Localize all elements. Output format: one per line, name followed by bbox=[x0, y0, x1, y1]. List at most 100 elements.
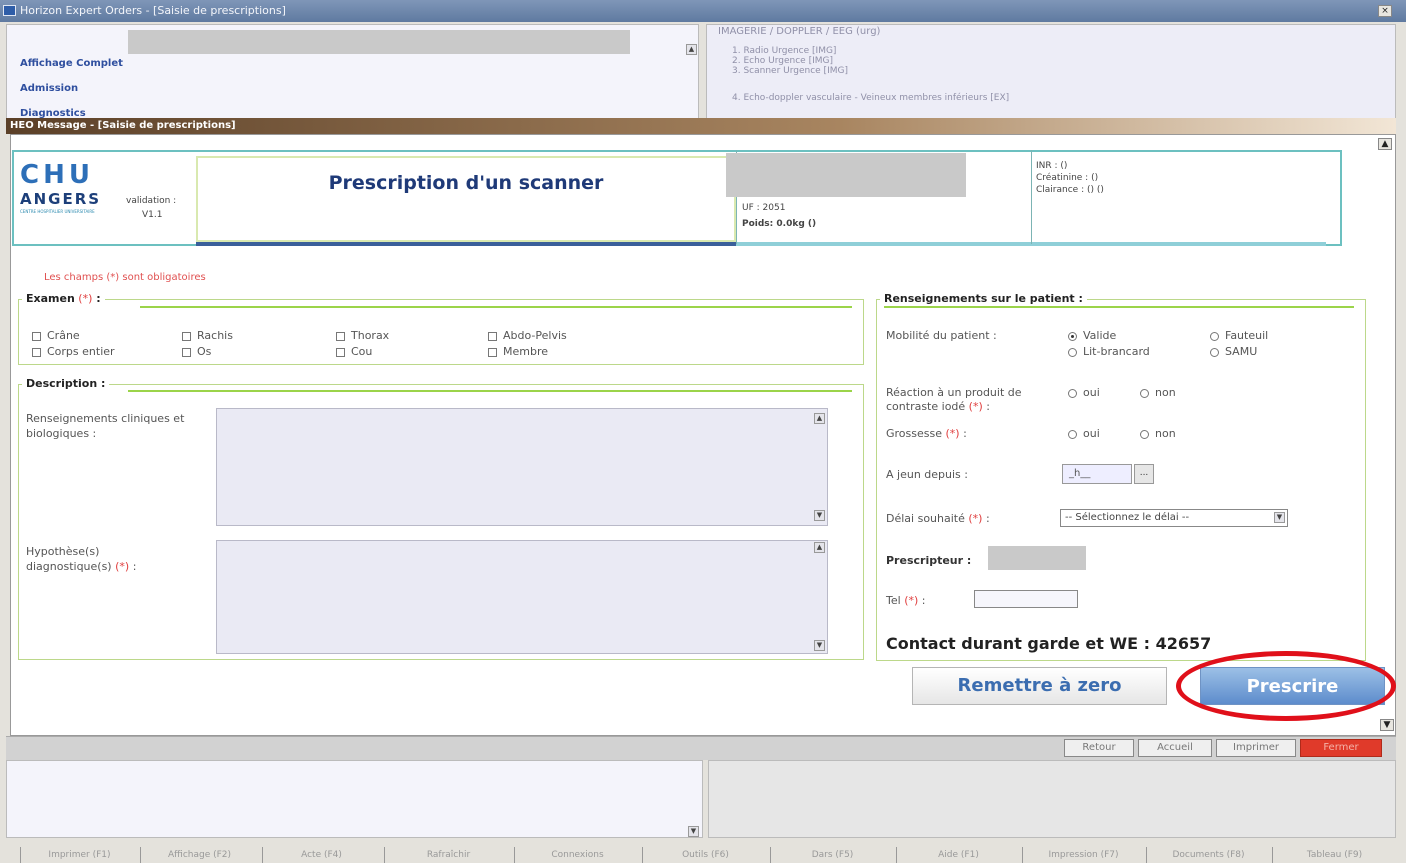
footer-tab[interactable]: Connexions bbox=[514, 847, 640, 863]
weight-value: Poids: 0.0kg () bbox=[742, 219, 817, 229]
checkbox-icon bbox=[182, 331, 191, 341]
footer-tab[interactable]: Impression (F7) bbox=[1022, 847, 1144, 863]
nav-link-affichage-complet[interactable]: Affichage Complet bbox=[20, 58, 123, 69]
checkbox-icon bbox=[32, 347, 41, 357]
clinical-info-textarea[interactable] bbox=[216, 408, 828, 526]
mobility-label: Mobilité du patient : bbox=[886, 329, 997, 342]
scroll-up-icon[interactable]: ▲ bbox=[686, 44, 697, 55]
window-close-button[interactable]: × bbox=[1378, 5, 1392, 17]
tel-label: Tel (*) : bbox=[886, 594, 926, 607]
lower-left-panel bbox=[6, 760, 703, 838]
reaction-option-oui[interactable]: oui bbox=[1068, 386, 1100, 399]
footer-tab[interactable]: Tableau (F9) bbox=[1272, 847, 1396, 863]
scroll-down-icon[interactable]: ▼ bbox=[814, 510, 825, 521]
title-box bbox=[196, 156, 736, 242]
exam-option-membre[interactable]: Membre bbox=[488, 345, 548, 358]
footer-tab[interactable]: Rafraîchir bbox=[384, 847, 512, 863]
reaction-label: Réaction à un produit de contraste iodé … bbox=[886, 386, 1022, 413]
order-item[interactable]: 1. Radio Urgence [IMG] bbox=[732, 46, 848, 56]
version-label: V1.1 bbox=[142, 210, 163, 220]
orders-header: IMAGERIE / DOPPLER / EEG (urg) bbox=[718, 26, 881, 37]
scroll-down-icon[interactable]: ▼ bbox=[688, 826, 699, 837]
radio-icon bbox=[1068, 331, 1077, 341]
exam-option-abdo-pelvis[interactable]: Abdo-Pelvis bbox=[488, 329, 567, 342]
creatinine-value: Créatinine : () bbox=[1036, 173, 1099, 183]
jeun-label: A jeun depuis : bbox=[886, 468, 968, 481]
scroll-down-icon[interactable]: ▼ bbox=[1380, 719, 1394, 731]
footer-tab[interactable]: Dars (F5) bbox=[770, 847, 894, 863]
section-divider bbox=[128, 390, 852, 392]
section-divider bbox=[140, 306, 852, 308]
mobility-option-fauteuil[interactable]: Fauteuil bbox=[1210, 329, 1268, 342]
chevron-down-icon[interactable]: ▼ bbox=[1274, 512, 1285, 523]
delai-label: Délai souhaité (*) : bbox=[886, 512, 990, 525]
nav-link-diagnostics[interactable]: Diagnostics bbox=[20, 108, 86, 118]
scroll-up-icon[interactable]: ▲ bbox=[1378, 138, 1392, 150]
reaction-option-non[interactable]: non bbox=[1140, 386, 1176, 399]
mobility-option-samu[interactable]: SAMU bbox=[1210, 345, 1257, 358]
highlight-circle bbox=[1176, 651, 1396, 721]
grossesse-option-oui[interactable]: oui bbox=[1068, 427, 1100, 440]
orders-list: 1. Radio Urgence [IMG] 2. Echo Urgence [… bbox=[732, 46, 848, 76]
app-title-bar: Horizon Expert Orders - [Saisie de presc… bbox=[0, 0, 1406, 22]
dialog-title-bar: HEO Message - [Saisie de prescriptions] bbox=[6, 118, 1396, 134]
prescripteur-label: Prescripteur : bbox=[886, 554, 972, 567]
app-title: Horizon Expert Orders - [Saisie de presc… bbox=[20, 4, 286, 17]
checkbox-icon bbox=[488, 347, 497, 357]
order-item[interactable]: 3. Scanner Urgence [IMG] bbox=[732, 66, 848, 76]
exam-option-thorax[interactable]: Thorax bbox=[336, 329, 389, 342]
tel-input[interactable] bbox=[974, 590, 1078, 608]
contact-info: Contact durant garde et WE : 42657 bbox=[886, 634, 1212, 653]
footer-tab[interactable]: Acte (F4) bbox=[262, 847, 380, 863]
order-item[interactable]: 2. Echo Urgence [IMG] bbox=[732, 56, 848, 66]
redacted-patient-name bbox=[726, 153, 966, 197]
clairance-value: Clairance : () () bbox=[1036, 185, 1104, 195]
imprimer-button[interactable]: Imprimer bbox=[1216, 739, 1296, 757]
mobility-option-lit-brancard[interactable]: Lit-brancard bbox=[1068, 345, 1150, 358]
hypothesis-textarea[interactable] bbox=[216, 540, 828, 654]
validation-label: validation : bbox=[126, 196, 177, 206]
checkbox-icon bbox=[32, 331, 41, 341]
grossesse-label: Grossesse (*) : bbox=[886, 427, 967, 440]
jeun-input[interactable]: _h__ bbox=[1062, 464, 1132, 484]
examen-title: Examen (*) : bbox=[22, 292, 105, 305]
redacted-patient-banner bbox=[128, 30, 630, 54]
examen-fieldset bbox=[18, 299, 864, 365]
radio-icon bbox=[1068, 388, 1077, 398]
dialog-title: HEO Message - [Saisie de prescriptions] bbox=[10, 120, 236, 131]
checkbox-icon bbox=[336, 347, 345, 357]
uf-value: UF : 2051 bbox=[742, 203, 786, 213]
reset-button[interactable]: Remettre à zero bbox=[912, 667, 1167, 705]
radio-icon bbox=[1068, 347, 1077, 357]
exam-option-crane[interactable]: Crâne bbox=[32, 329, 80, 342]
redacted-prescriber-name bbox=[988, 546, 1086, 570]
exam-option-rachis[interactable]: Rachis bbox=[182, 329, 233, 342]
scroll-down-icon[interactable]: ▼ bbox=[814, 640, 825, 651]
time-picker-button[interactable]: ... bbox=[1134, 464, 1154, 484]
checkbox-icon bbox=[336, 331, 345, 341]
logo-subtitle: CENTRE HOSPITALIER UNIVERSITAIRE bbox=[20, 209, 95, 214]
delai-select[interactable]: -- Sélectionnez le délai -- bbox=[1060, 509, 1288, 527]
footer-tab[interactable]: Aide (F1) bbox=[896, 847, 1020, 863]
form-title: Prescription d'un scanner bbox=[328, 172, 604, 194]
hypothesis-label: Hypothèse(s) diagnostique(s) (*) : bbox=[26, 545, 137, 573]
footer-tab[interactable]: Imprimer (F1) bbox=[20, 847, 138, 863]
retour-button[interactable]: Retour bbox=[1064, 739, 1134, 757]
nav-link-admission[interactable]: Admission bbox=[20, 83, 78, 94]
mobility-option-valide[interactable]: Valide bbox=[1068, 329, 1116, 342]
order-item[interactable]: 4. Echo-doppler vasculaire - Veineux mem… bbox=[732, 93, 1009, 103]
scroll-up-icon[interactable]: ▲ bbox=[814, 542, 825, 553]
accueil-button[interactable]: Accueil bbox=[1138, 739, 1212, 757]
exam-option-os[interactable]: Os bbox=[182, 345, 211, 358]
grossesse-option-non[interactable]: non bbox=[1140, 427, 1176, 440]
radio-icon bbox=[1210, 347, 1219, 357]
footer-tab[interactable]: Affichage (F2) bbox=[140, 847, 258, 863]
header-accent-bar bbox=[196, 242, 736, 246]
radio-icon bbox=[1068, 429, 1077, 439]
fermer-button[interactable]: Fermer bbox=[1300, 739, 1382, 757]
footer-tab[interactable]: Outils (F6) bbox=[642, 847, 768, 863]
exam-option-corps-entier[interactable]: Corps entier bbox=[32, 345, 115, 358]
exam-option-cou[interactable]: Cou bbox=[336, 345, 372, 358]
scroll-up-icon[interactable]: ▲ bbox=[814, 413, 825, 424]
footer-tab[interactable]: Documents (F8) bbox=[1146, 847, 1270, 863]
